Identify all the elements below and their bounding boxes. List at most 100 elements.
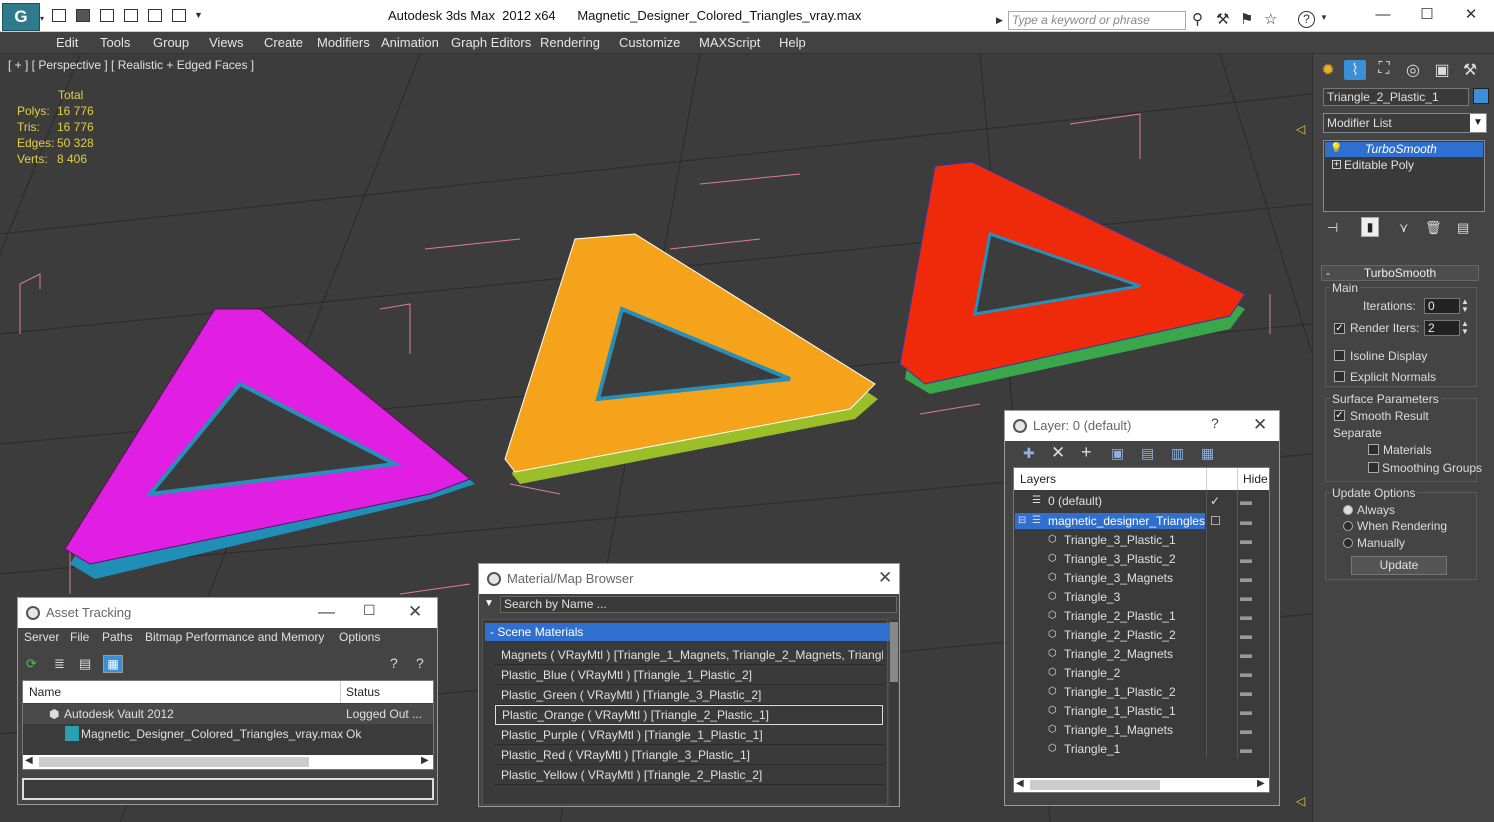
- layer-row[interactable]: ⬡ Triangle_3_Plastic_1 ▬: [1014, 530, 1269, 550]
- pin-stack-icon[interactable]: ⊣: [1327, 220, 1338, 236]
- scrollbar-thumb[interactable]: [1030, 780, 1160, 790]
- modify-tab-icon[interactable]: ⌇: [1344, 60, 1366, 80]
- iterations-spinner[interactable]: 0: [1424, 298, 1460, 314]
- render-iters-checkbox[interactable]: ✓: [1334, 323, 1345, 334]
- close-icon[interactable]: ✕: [408, 602, 422, 622]
- hide-all-icon[interactable]: ▥: [1171, 445, 1184, 462]
- hide-toggle[interactable]: ▬: [1240, 739, 1252, 759]
- asset-menu-server[interactable]: Server: [24, 630, 59, 644]
- tree-view-icon[interactable]: ▤: [79, 656, 91, 672]
- delete-layer-icon[interactable]: ✕: [1051, 443, 1065, 463]
- add-to-layer-icon[interactable]: +: [1081, 442, 1092, 463]
- display-tab-icon[interactable]: ▣: [1431, 60, 1453, 80]
- minimize-icon[interactable]: —: [318, 602, 335, 622]
- object-name-input[interactable]: Triangle_2_Plastic_1: [1323, 88, 1469, 106]
- layer-row[interactable]: ⬡ Triangle_2 ▬: [1014, 663, 1269, 683]
- list-item[interactable]: Magnets ( VRayMtl ) [Triangle_1_Magnets,…: [495, 645, 883, 665]
- scroll-left-icon[interactable]: ◀: [25, 755, 33, 766]
- menu-animation[interactable]: Animation: [381, 35, 439, 50]
- hierarchy-tab-icon[interactable]: ⛶: [1373, 60, 1395, 80]
- menu-graph-editors[interactable]: Graph Editors: [451, 35, 531, 50]
- undo-icon[interactable]: [124, 9, 138, 22]
- maximize-icon[interactable]: ☐: [1412, 4, 1442, 26]
- hide-toggle[interactable]: ▬: [1240, 606, 1252, 626]
- scrollbar-thumb[interactable]: [39, 757, 309, 767]
- layer-row[interactable]: ⬡ Triangle_1 ▬: [1014, 739, 1269, 759]
- hide-toggle[interactable]: ▬: [1240, 568, 1252, 588]
- layers-column[interactable]: Layers: [1020, 472, 1056, 486]
- layer-row-group[interactable]: ⊟ ☰ magnetic_designer_Triangles ☐ ▬: [1014, 511, 1269, 531]
- close-icon[interactable]: ✕: [1253, 415, 1267, 435]
- menu-tools[interactable]: Tools: [100, 35, 130, 50]
- menu-modifiers[interactable]: Modifiers: [317, 35, 370, 50]
- scene-materials-group[interactable]: - Scene Materials: [485, 623, 891, 641]
- help-icon[interactable]: ?: [390, 655, 398, 671]
- scroll-right-icon[interactable]: ▶: [1257, 778, 1265, 789]
- list-item[interactable]: Plastic_Orange ( VRayMtl ) [Triangle_2_P…: [495, 705, 883, 725]
- list-item[interactable]: Plastic_Yellow ( VRayMtl ) [Triangle_2_P…: [495, 765, 883, 785]
- spinner-arrows-icon[interactable]: ▲ ▼: [1461, 298, 1469, 314]
- refresh-icon[interactable]: ⟳: [26, 656, 37, 672]
- menu-views[interactable]: Views: [209, 35, 243, 50]
- vertical-scrollbar[interactable]: [890, 620, 898, 806]
- hide-toggle[interactable]: ▬: [1240, 644, 1252, 664]
- list-view-icon[interactable]: ≣: [54, 656, 65, 672]
- list-item[interactable]: Plastic_Blue ( VRayMtl ) [Triangle_1_Pla…: [495, 665, 883, 685]
- menu-rendering[interactable]: Rendering: [540, 35, 600, 50]
- hide-toggle[interactable]: ▬: [1240, 663, 1252, 683]
- object-color-swatch[interactable]: [1473, 88, 1489, 104]
- asset-path-field[interactable]: [22, 778, 434, 800]
- explicit-normals-checkbox[interactable]: [1334, 371, 1345, 382]
- asset-menu-options[interactable]: Options: [339, 630, 380, 644]
- browser-options-icon[interactable]: ▼: [484, 598, 494, 609]
- configure-sets-icon[interactable]: ▤: [1457, 220, 1469, 236]
- show-end-result-icon[interactable]: ▮: [1361, 217, 1379, 237]
- material-search-input[interactable]: Search by Name ...: [500, 596, 897, 613]
- layer-row[interactable]: ⬡ Triangle_2_Magnets ▬: [1014, 644, 1269, 664]
- list-item[interactable]: Plastic_Purple ( VRayMtl ) [Triangle_1_P…: [495, 725, 883, 745]
- table-row[interactable]: ⬢ Autodesk Vault 2012 Logged Out ...: [23, 704, 433, 724]
- turbosmooth-rollout-header[interactable]: - TurboSmooth: [1321, 265, 1479, 281]
- asset-col-status[interactable]: Status: [346, 685, 380, 699]
- menu-help[interactable]: Help: [779, 35, 806, 50]
- new-file-icon[interactable]: [52, 9, 66, 22]
- favorites-star-icon[interactable]: ☆: [1264, 10, 1277, 28]
- menu-group[interactable]: Group: [153, 35, 189, 50]
- select-objects-icon[interactable]: ▣: [1111, 445, 1124, 462]
- update-button[interactable]: Update: [1351, 556, 1447, 575]
- help-dropdown-icon[interactable]: ▼: [1320, 13, 1328, 22]
- hold-icon[interactable]: [172, 9, 186, 22]
- create-layer-icon[interactable]: ✚: [1023, 445, 1035, 462]
- hide-toggle[interactable]: ▬: [1240, 511, 1252, 531]
- hide-toggle[interactable]: ▬: [1240, 491, 1252, 511]
- smoothing-groups-checkbox[interactable]: [1368, 462, 1379, 473]
- save-file-icon[interactable]: [100, 9, 114, 22]
- modifier-list-dropdown[interactable]: Modifier List ▼: [1323, 113, 1487, 133]
- manually-radio[interactable]: [1343, 538, 1353, 548]
- communication-icon[interactable]: ⚑: [1240, 10, 1253, 28]
- binoculars-icon[interactable]: ⚲: [1192, 10, 1203, 28]
- hide-toggle[interactable]: ▬: [1240, 625, 1252, 645]
- subscription-icon[interactable]: ⚒: [1216, 10, 1229, 28]
- horizontal-scrollbar[interactable]: ◀ ▶: [23, 755, 433, 769]
- layer-row[interactable]: ⬡ Triangle_1_Plastic_2 ▬: [1014, 682, 1269, 702]
- motion-tab-icon[interactable]: ◎: [1402, 60, 1424, 80]
- hide-toggle[interactable]: ▬: [1240, 720, 1252, 740]
- hide-toggle[interactable]: ▬: [1240, 530, 1252, 550]
- scroll-left-icon[interactable]: ◀: [1016, 778, 1024, 789]
- layer-row[interactable]: ⬡ Triangle_3 ▬: [1014, 587, 1269, 607]
- viewport-label[interactable]: [ + ] [ Perspective ] [ Realistic + Edge…: [8, 58, 254, 72]
- render-iters-spinner[interactable]: 2: [1424, 320, 1460, 336]
- scrollbar-thumb[interactable]: [890, 622, 898, 682]
- close-icon[interactable]: ✕: [1456, 4, 1486, 26]
- search-input[interactable]: Type a keyword or phrase: [1008, 11, 1186, 30]
- lightbulb-icon[interactable]: 💡: [1330, 143, 1342, 154]
- maximize-icon[interactable]: ☐: [363, 602, 376, 619]
- spinner-arrows-icon[interactable]: ▲ ▼: [1461, 320, 1469, 336]
- smooth-result-checkbox[interactable]: ✓: [1334, 410, 1345, 421]
- horizontal-scrollbar[interactable]: ◀ ▶: [1014, 778, 1269, 792]
- open-file-icon[interactable]: [76, 9, 90, 22]
- hide-column[interactable]: Hide: [1243, 472, 1268, 486]
- hide-toggle[interactable]: ▬: [1240, 587, 1252, 607]
- expand-plus-icon[interactable]: +: [1332, 160, 1341, 169]
